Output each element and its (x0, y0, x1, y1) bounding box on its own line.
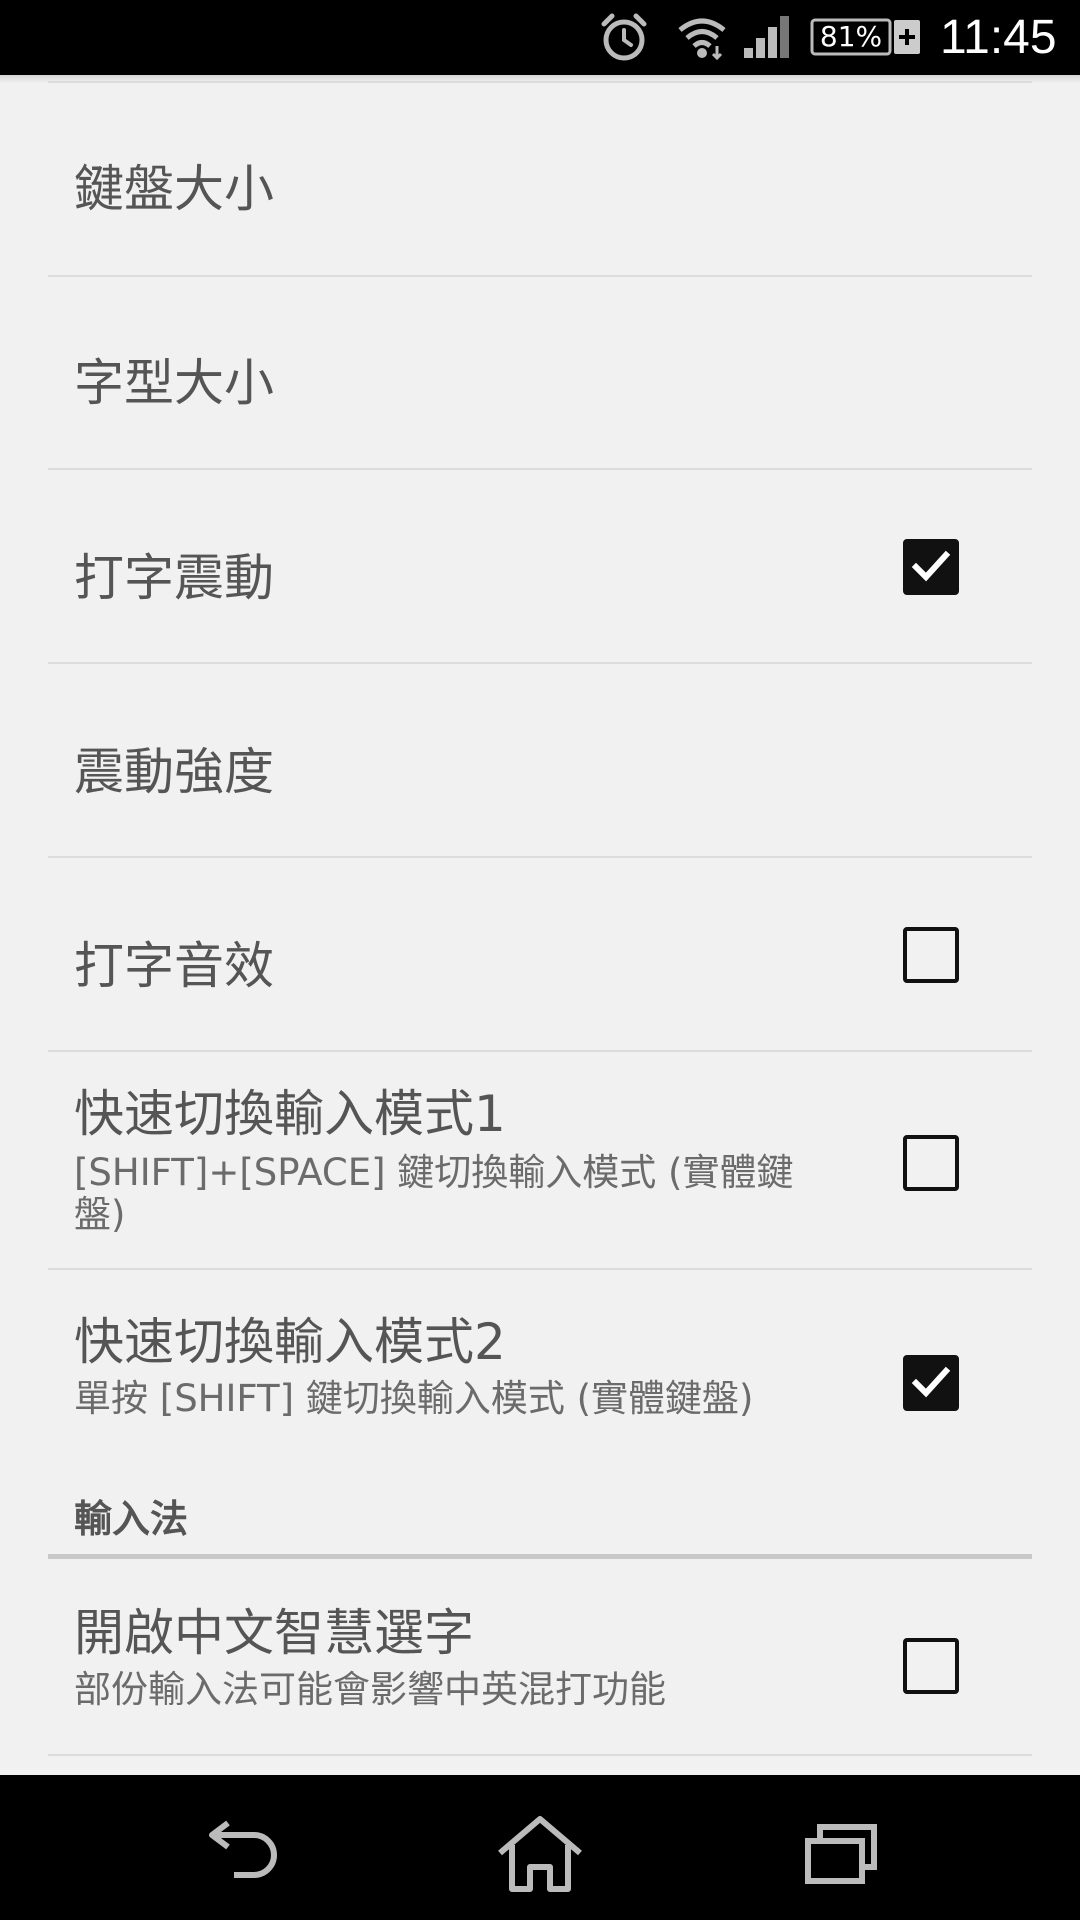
setting-typing-sound[interactable]: 打字音效 (48, 858, 1032, 1050)
setting-font-size[interactable]: 字型大小 (48, 277, 1032, 469)
setting-summary: 部份輸入法可能會影響中英混打功能 (74, 1668, 666, 1711)
setting-quick-switch-2[interactable]: 快速切換輸入模式2 單按 [SHIFT] 鍵切換輸入模式 (實體鍵盤) (48, 1270, 1032, 1450)
setting-title: 開啟中文智慧選字 (74, 1604, 474, 1662)
wifi-icon (678, 18, 726, 60)
category-header-input-method: 輸入法 (74, 1497, 189, 1541)
check-icon (911, 1366, 951, 1398)
setting-title: 快速切換輸入模式1 (74, 1085, 506, 1143)
setting-summary: [SHIFT]+[SPACE] 鍵切換輸入模式 (實體鍵盤) (74, 1151, 794, 1236)
quick-switch-2-checkbox[interactable] (903, 1355, 959, 1411)
clock: 11:45 (940, 11, 1057, 64)
recents-icon[interactable] (790, 1813, 890, 1893)
setting-title: 打字震動 (74, 549, 274, 607)
setting-title: 字型大小 (74, 354, 274, 412)
setting-quick-switch-1[interactable]: 快速切換輸入模式1 [SHIFT]+[SPACE] 鍵切換輸入模式 (實體鍵盤) (48, 1052, 1032, 1268)
setting-keyboard-size[interactable]: 鍵盤大小 (48, 83, 1032, 277)
setting-vibration-strength[interactable]: 震動強度 (48, 664, 1032, 856)
battery-percent: 81% (819, 20, 883, 53)
quick-switch-1-checkbox[interactable] (903, 1135, 959, 1191)
setting-typing-vibration[interactable]: 打字震動 (48, 470, 1032, 662)
typing-vibration-checkbox[interactable] (903, 539, 959, 595)
typing-sound-checkbox[interactable] (903, 927, 959, 983)
status-bar: 81% 11:45 (0, 0, 1080, 75)
setting-summary: 單按 [SHIFT] 鍵切換輸入模式 (實體鍵盤) (74, 1377, 754, 1420)
setting-title: 快速切換輸入模式2 (74, 1313, 506, 1371)
setting-title: 打字音效 (74, 937, 274, 995)
divider (48, 1754, 1032, 1756)
setting-title: 震動強度 (74, 743, 274, 801)
setting-smart-selection[interactable]: 開啟中文智慧選字 部份輸入法可能會影響中英混打功能 (48, 1559, 1032, 1754)
navigation-bar (0, 1775, 1080, 1920)
home-icon[interactable] (490, 1813, 590, 1893)
setting-title: 鍵盤大小 (74, 160, 274, 218)
settings-list: 鍵盤大小 字型大小 打字震動 震動強度 打字音效 快速切換輸入模式1 [SHIF… (0, 75, 1080, 1775)
signal-icon (744, 16, 789, 58)
alarm-icon (601, 13, 647, 61)
smart-selection-checkbox[interactable] (903, 1638, 959, 1694)
check-icon (911, 550, 951, 582)
back-icon[interactable] (192, 1813, 292, 1893)
